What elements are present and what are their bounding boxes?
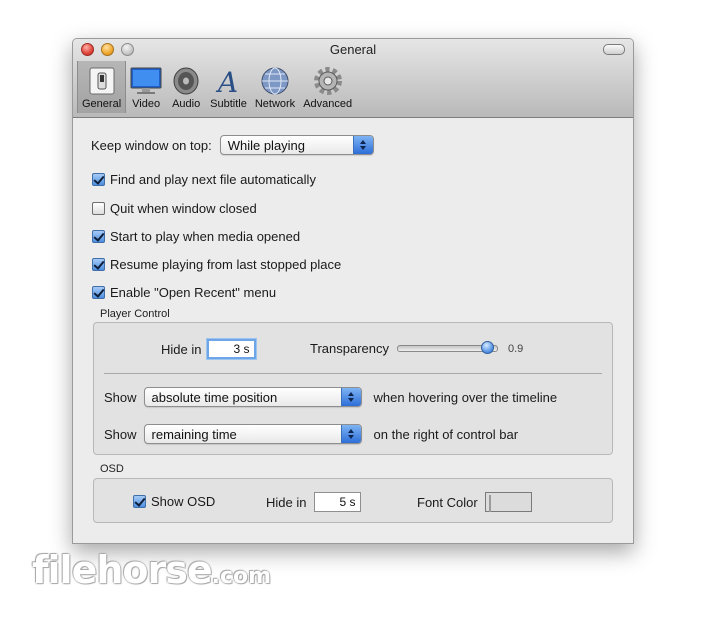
show-hover-suffix: when hovering over the timeline [373,389,558,405]
keep-on-top-value: While playing [227,137,306,153]
right-time-value: remaining time [151,426,237,442]
popup-arrows-icon [352,136,373,154]
gear-icon [312,65,344,97]
preferences-window: General General Video Audio A Subtitle N… [72,38,634,544]
transparency-slider-knob[interactable] [481,341,495,354]
window-title: General [329,42,377,57]
general-pane: Keep window on top: While playing Find a… [73,118,633,543]
open-recent-checkbox[interactable] [92,286,105,299]
font-color-row: Font Color [417,492,532,512]
transparency-slider[interactable] [397,341,498,354]
player-control-separator [104,373,602,374]
hide-controls-label: Hide in [161,341,202,357]
tab-video[interactable]: Video [126,61,166,113]
transparency-row: Transparency 0.9 [310,341,523,356]
font-color-well[interactable] [484,492,532,512]
transparency-value: 0.9 [508,342,524,355]
checkbox-row-quit-closed[interactable]: Quit when window closed [92,201,257,216]
preferences-toolbar: General Video Audio A Subtitle Network A… [77,61,356,115]
transparency-label: Transparency [310,341,389,356]
next-file-label: Find and play next file automatically [110,172,316,187]
checkbox-row-start-play[interactable]: Start to play when media opened [92,229,300,244]
show-right-suffix: on the right of control bar [373,426,519,442]
show-right-label: Show [104,426,137,442]
show-right-row: Show remaining time on the right of cont… [104,424,518,444]
tab-subtitle-label: Subtitle [210,98,247,110]
start-play-label: Start to play when media opened [110,229,301,244]
tab-audio-label: Audio [172,98,201,110]
hover-time-select[interactable]: absolute time position [143,387,362,407]
show-osd-label: Show OSD [151,494,216,509]
tab-network-label: Network [254,98,296,110]
show-osd-checkbox[interactable] [133,495,146,508]
resume-checkbox[interactable] [92,258,105,271]
tab-general[interactable]: General [77,61,127,113]
show-hover-label: Show [104,389,137,405]
resume-label: Resume playing from last stopped place [110,257,342,272]
watermark-tld-text: .com [211,564,272,589]
svg-text:A: A [215,66,238,96]
osd-hide-row: Hide in 5 s [266,492,362,512]
toolbar-toggle-button[interactable] [603,44,625,55]
globe-icon [259,65,291,97]
title-bar: General General Video Audio A Subtitle N… [73,39,633,118]
hide-controls-row: Hide in 3 s [161,339,257,359]
speaker-icon [170,65,202,97]
tab-advanced-label: Advanced [303,98,353,110]
osd-group: Show OSD Hide in 5 s Font Color [93,478,613,523]
open-recent-label: Enable "Open Recent" menu [110,285,277,300]
tab-advanced[interactable]: Advanced [299,61,356,113]
tab-video-label: Video [132,98,161,110]
keep-on-top-label: Keep window on top: [91,137,212,153]
quit-closed-label: Quit when window closed [110,201,257,216]
watermark-main-text: filehorse [32,548,213,592]
show-osd-row[interactable]: Show OSD [133,494,215,509]
quit-closed-checkbox[interactable] [92,202,105,215]
start-play-checkbox[interactable] [92,230,105,243]
osd-hide-label: Hide in [266,494,307,510]
checkbox-row-resume[interactable]: Resume playing from last stopped place [92,257,341,272]
checkbox-row-next-file[interactable]: Find and play next file automatically [92,172,316,187]
popup-arrows-icon [340,425,361,443]
player-control-group: Hide in 3 s Transparency 0.9 Show absolu… [93,322,613,455]
right-time-select[interactable]: remaining time [143,424,362,444]
hover-time-value: absolute time position [151,389,278,405]
popup-arrows-icon [340,388,361,406]
keep-on-top-select[interactable]: While playing [219,135,374,155]
hide-controls-input[interactable]: 3 s [207,339,257,359]
watermark-logo: filehorse .com [32,548,271,592]
next-file-checkbox[interactable] [92,173,105,186]
show-hover-row: Show absolute time position when hoverin… [104,387,557,407]
checkbox-row-open-recent[interactable]: Enable "Open Recent" menu [92,285,276,300]
letter-a-icon: A [212,65,244,97]
tab-subtitle[interactable]: A Subtitle [206,61,251,113]
font-color-swatch [488,495,491,512]
osd-hide-input[interactable]: 5 s [314,492,362,512]
tab-audio[interactable]: Audio [166,61,206,113]
player-control-group-title: Player Control [100,308,170,320]
osd-group-title: OSD [100,463,124,475]
monitor-icon [130,65,162,97]
switch-icon [86,65,118,97]
font-color-label: Font Color [417,494,478,510]
tab-network[interactable]: Network [251,61,299,113]
keep-on-top-row: Keep window on top: While playing [91,135,374,155]
tab-general-label: General [82,98,122,110]
